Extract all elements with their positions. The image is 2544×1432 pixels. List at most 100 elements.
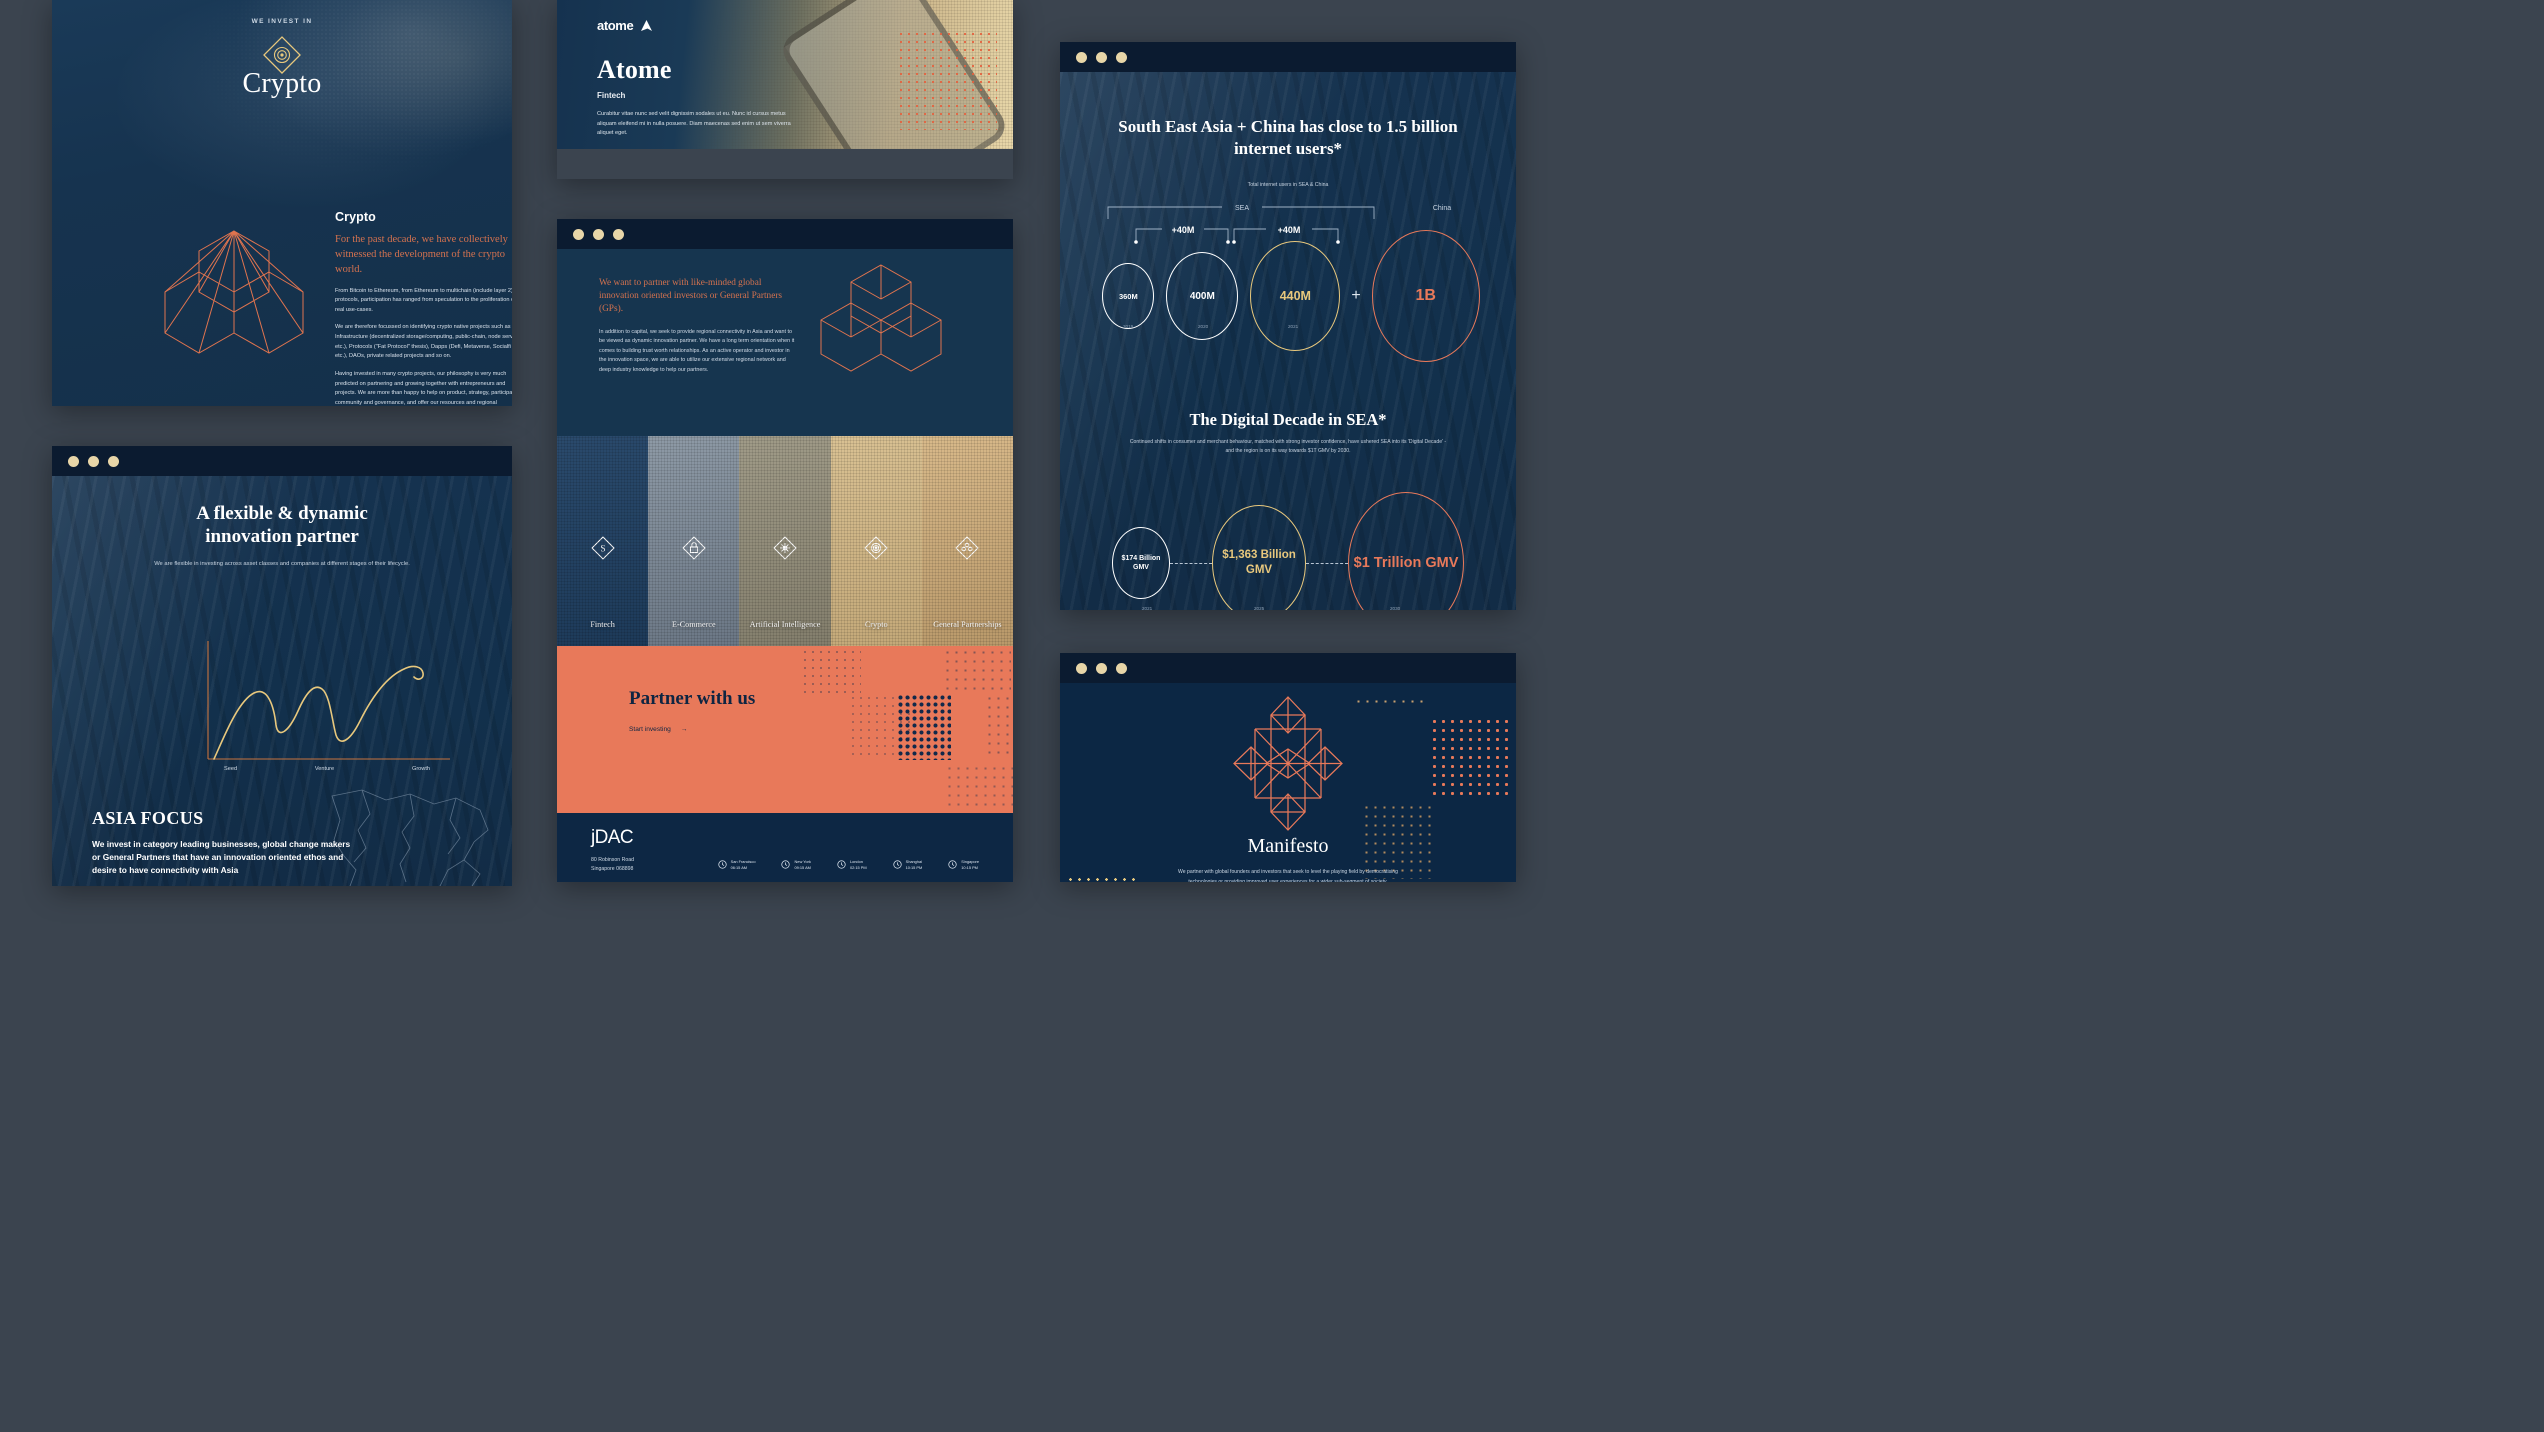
investment-categories-strip: S Fintech E-Commerce Artificial Intellig… (557, 436, 1013, 646)
partner-paragraph: In addition to capital, we seek to provi… (599, 328, 795, 373)
flexible-title-line2: innovation partner (205, 526, 359, 548)
category-label: E-Commerce (671, 619, 716, 629)
bubble-value: $174 Billion GMV (1121, 554, 1161, 571)
axis-label-growth: Growth (411, 766, 430, 772)
year-label-2025: 2025 (1254, 606, 1265, 610)
clock-time: 09:15 AM (794, 864, 811, 870)
clock-time: 10:15 PM (961, 864, 978, 870)
asia-focus-text-block: ASIA FOCUS We invest in category leading… (92, 808, 354, 886)
dot-pattern-dense (897, 694, 951, 760)
partner-with-us-cta-section: Partner with us Start investing → (557, 646, 1013, 813)
atome-screen: atome Atome Fintech Curabitur vitae nunc… (557, 0, 1013, 149)
crypto-paragraph: We are therefore focussed on identifying… (335, 324, 512, 360)
svg-text:China: China (1433, 205, 1451, 212)
clock-item: London 02:15 PM (837, 859, 867, 870)
world-clocks: San Francisco 06:15 AM New York 09:15 AM L… (717, 859, 979, 870)
window-dot-red[interactable] (1076, 51, 1087, 63)
window-dot-yellow[interactable] (88, 455, 99, 467)
bubble-gmv-2030: $1 Trillion GMV (1348, 492, 1464, 610)
crypto-section-title: Crypto (335, 210, 376, 224)
window-dot-red[interactable] (68, 455, 79, 467)
category-tile-fintech[interactable]: S Fintech (557, 436, 649, 646)
category-label: General Partnerships (933, 619, 1002, 629)
bubble-gmv-2025: $1,363 Billion GMV (1212, 505, 1306, 610)
flexible-heading-block: A flexible & dynamic innovation partner … (52, 502, 512, 570)
clock-city: New York (794, 859, 811, 864)
atome-category: Fintech (597, 91, 626, 100)
manifesto-panel: Manifesto We partner with global founder… (1060, 653, 1516, 882)
clock-icon (781, 860, 791, 869)
ai-diamond-icon (771, 534, 799, 567)
window-dot-green[interactable] (1116, 662, 1127, 674)
crypto-hero-panel: WE INVEST IN Crypto Crypto For the past … (52, 0, 512, 406)
jdac-ornament-icon (1227, 691, 1349, 841)
year-label-2019: 2019 (1123, 324, 1134, 329)
manifesto-title: Manifesto (1247, 835, 1329, 857)
manifesto-paragraph: We partner with global founders and inve… (1178, 869, 1398, 882)
window-dot-yellow[interactable] (593, 228, 604, 240)
flexible-subtitle: We are flexible in investing across asse… (154, 561, 410, 568)
year-label-2030: 2030 (1390, 606, 1401, 610)
bubble-value: 1B (1415, 287, 1436, 304)
page-title: Crypto (242, 68, 322, 99)
partner-screen: We want to partner with like-minded glob… (557, 249, 1013, 882)
asia-focus-lead: We invest in category leading businesses… (92, 839, 351, 876)
atome-mark-icon (641, 20, 653, 31)
category-tile-general-partnerships[interactable]: General Partnerships (921, 436, 1013, 646)
window-dot-red[interactable] (1076, 662, 1087, 674)
window-chrome (1060, 653, 1516, 683)
start-investing-label: Start investing (629, 726, 671, 733)
svg-text:S: S (600, 544, 605, 554)
coral-dot-pattern (1430, 717, 1508, 795)
ecommerce-diamond-icon (680, 534, 708, 567)
crypto-text-block: Crypto For the past decade, we have coll… (335, 210, 512, 406)
window-chrome (52, 446, 512, 476)
clock-time: 06:15 AM (730, 864, 748, 870)
window-dot-red[interactable] (573, 228, 584, 240)
category-tile-ecommerce[interactable]: E-Commerce (648, 436, 740, 646)
window-dot-green[interactable] (108, 455, 119, 467)
bubble-value: $1 Trillion GMV (1353, 554, 1459, 571)
partner-window-panel: We want to partner with like-minded glob… (557, 219, 1013, 882)
clock-city: Shanghai (905, 859, 923, 864)
site-footer: jDAC 80 Robinson Road Singapore 068898 S… (557, 813, 1013, 882)
window-dot-yellow[interactable] (1096, 51, 1107, 63)
dot-pattern (985, 694, 1013, 760)
internet-users-bubble-chart: 360M 400M 440M + 1B (1060, 230, 1516, 362)
clock-item: New York 09:15 AM (781, 859, 811, 870)
fintech-diamond-icon: S (589, 534, 617, 567)
year-label-2021: 2021 (1288, 324, 1299, 329)
lifecycle-axis-labels: Seed Venture Growth (202, 766, 452, 772)
category-tile-crypto[interactable]: Crypto (830, 436, 922, 646)
category-tile-ai[interactable]: Artificial Intelligence (739, 436, 831, 646)
clock-item: Singapore 10:15 PM (948, 859, 979, 870)
bubble-value: $1,363 Billion GMV (1222, 548, 1296, 576)
digital-decade-title: The Digital Decade in SEA* (1189, 410, 1387, 429)
crypto-hero-screen: WE INVEST IN Crypto Crypto For the past … (52, 0, 512, 406)
axis-label-seed: Seed (224, 766, 238, 772)
year-label-2020: 2020 (1198, 324, 1209, 329)
connector-dashed-line (1170, 562, 1212, 564)
atome-logo: atome (597, 18, 847, 33)
manifesto-screen: Manifesto We partner with global founder… (1060, 683, 1516, 882)
atome-description: Curabitur vitae nunc sed velit dignissim… (597, 111, 791, 137)
bubble-gmv-2021: $174 Billion GMV (1112, 527, 1170, 599)
atome-portfolio-panel: atome Atome Fintech Curabitur vitae nunc… (557, 0, 1013, 179)
window-chrome (557, 219, 1013, 249)
category-label: Fintech (590, 619, 615, 629)
sea-china-stats-panel: South East Asia + China has close to 1.5… (1060, 42, 1516, 610)
window-chrome (1060, 42, 1516, 72)
window-dot-yellow[interactable] (1096, 662, 1107, 674)
start-investing-link[interactable]: Start investing → (629, 726, 687, 733)
window-dot-green[interactable] (613, 228, 624, 240)
clock-icon (717, 860, 727, 869)
svg-text:SEA: SEA (1235, 205, 1249, 212)
axis-label-venture: Venture (314, 766, 335, 772)
bubble-value: 400M (1189, 290, 1215, 302)
gmv-bubble-chart: $174 Billion GMV $1,363 Billion GMV $1 T… (1060, 492, 1516, 610)
innovation-partner-screen: A flexible & dynamic innovation partner … (52, 476, 512, 886)
partner-lead-text: We want to partner with like-minded glob… (599, 278, 783, 315)
lifecycle-line-chart (202, 641, 454, 774)
crypto-paragraph: From Bitcoin to Ethereum, from Ethereum … (335, 287, 512, 313)
window-dot-green[interactable] (1116, 51, 1127, 63)
